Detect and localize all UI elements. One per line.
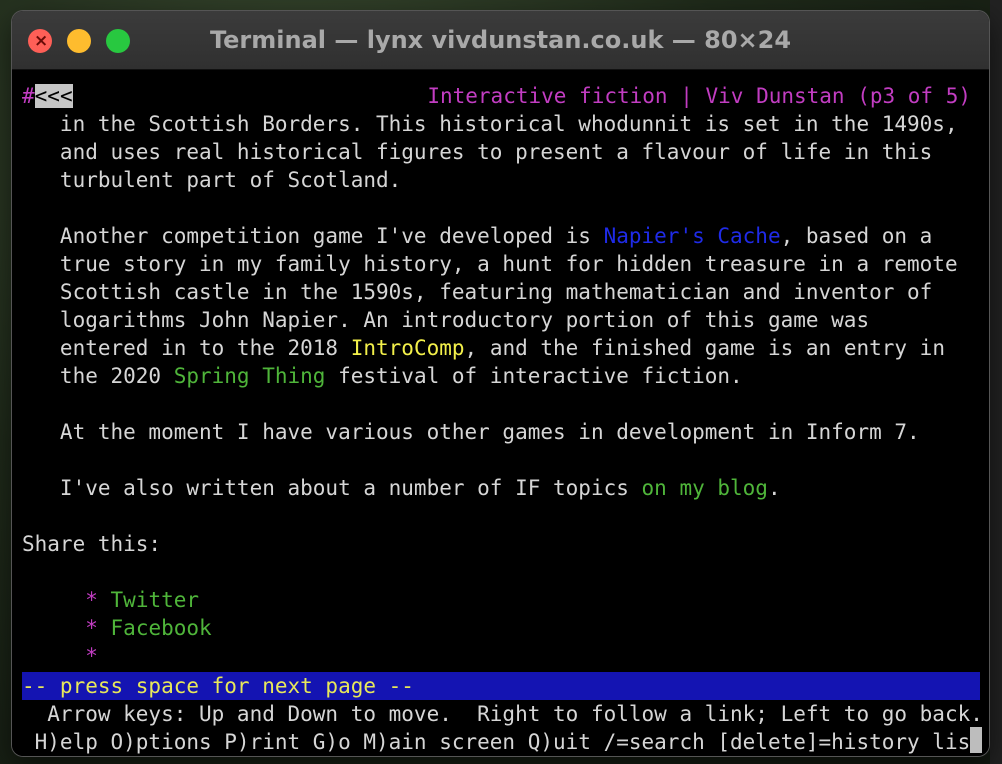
share-item-empty: *	[22, 642, 98, 670]
napiers-cache-link[interactable]: Napier's Cache	[604, 224, 781, 248]
text-line: in the Scottish Borders. This historical…	[22, 112, 958, 136]
blog-link[interactable]: on my blog	[642, 476, 768, 500]
help-line-navigation: Arrow keys: Up and Down to move. Right t…	[22, 702, 983, 726]
text-line: entered in to the 2018 IntroComp, and th…	[22, 334, 945, 362]
background-window-edge	[990, 0, 1002, 764]
terminal-cursor	[970, 727, 982, 753]
text-segment: festival of interactive fiction.	[325, 364, 743, 388]
text-line: turbulent part of Scotland.	[22, 168, 402, 192]
text-line: Another competition game I've developed …	[22, 222, 932, 250]
text-segment: I've also written about a number of IF t…	[22, 476, 642, 500]
page-header-left: #<<<	[22, 82, 73, 110]
text-line: true story in my family history, a hunt …	[22, 252, 958, 276]
share-item-twitter: * Twitter	[22, 586, 199, 614]
terminal-content[interactable]: #<<< Interactive fiction | Viv Dunstan (…	[12, 70, 989, 756]
text-segment: the 2020	[22, 364, 174, 388]
status-bar: -- press space for next page --	[22, 672, 980, 700]
terminal-window: × Terminal — lynx vivdunstan.co.uk — 80×…	[12, 11, 989, 756]
text-segment: .	[767, 476, 781, 500]
bullet-icon: *	[85, 616, 98, 640]
text-segment: , and the finished game is an entry in	[464, 336, 945, 360]
title-bar[interactable]: × Terminal — lynx vivdunstan.co.uk — 80×…	[12, 11, 989, 70]
text-line: and uses real historical figures to pres…	[22, 140, 933, 164]
text-line: the 2020 Spring Thing festival of intera…	[22, 362, 743, 390]
current-link-marker: #	[22, 84, 35, 108]
text-line: logarithms John Napier. An introductory …	[22, 308, 870, 332]
introcomp-link[interactable]: IntroComp	[351, 336, 465, 360]
text-line: I've also written about a number of IF t…	[22, 474, 781, 502]
text-line: At the moment I have various other games…	[22, 420, 920, 444]
share-heading: Share this:	[22, 532, 162, 556]
bullet-icon: *	[85, 588, 98, 612]
twitter-link[interactable]: Twitter	[111, 588, 200, 612]
facebook-link[interactable]: Facebook	[111, 616, 212, 640]
share-item-facebook: * Facebook	[22, 614, 212, 642]
back-link[interactable]: <<<	[34, 84, 73, 108]
window-title: Terminal — lynx vivdunstan.co.uk — 80×24	[209, 26, 792, 54]
bullet-icon: *	[85, 644, 98, 668]
text-line: Scottish castle in the 1590s, featuring …	[22, 280, 933, 304]
help-line-commands: H)elp O)ptions P)rint G)o M)ain screen Q…	[22, 730, 983, 754]
text-segment: entered in to the 2018	[22, 336, 351, 360]
page-title: Interactive fiction | Viv Dunstan (p3 of…	[427, 84, 971, 108]
text-segment: Another competition game I've developed …	[22, 224, 604, 248]
spring-thing-link[interactable]: Spring Thing	[174, 364, 326, 388]
text-segment: , based on a	[780, 224, 933, 248]
